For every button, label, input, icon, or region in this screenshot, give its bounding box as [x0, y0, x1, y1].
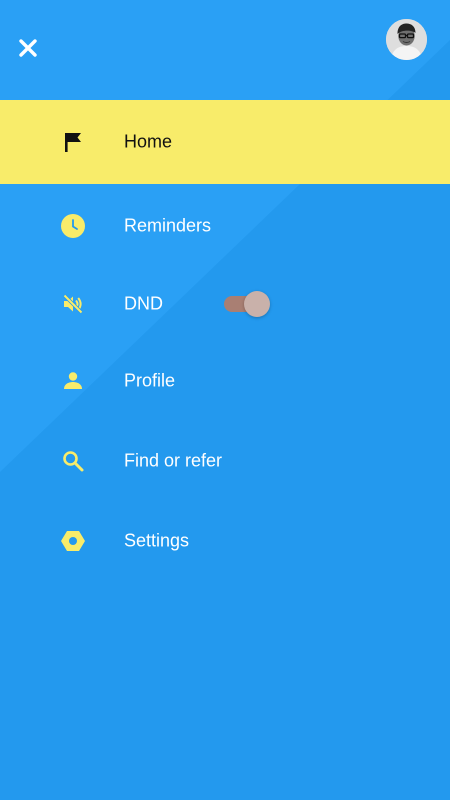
- settings-hex-icon: [59, 527, 87, 555]
- menu-item-find-or-refer[interactable]: Find or refer: [0, 419, 450, 503]
- dnd-toggle[interactable]: [222, 291, 270, 317]
- menu-item-home[interactable]: Home: [0, 100, 450, 184]
- close-icon: [19, 39, 37, 57]
- clock-icon: [59, 212, 87, 240]
- menu-item-label: Home: [124, 131, 173, 152]
- menu-item-label: Profile: [124, 370, 176, 391]
- menu-item-label: Reminders: [124, 215, 212, 236]
- navigation-drawer: Home Reminders DND Profile Find or refer…: [0, 0, 450, 800]
- person-icon: [59, 367, 87, 395]
- menu-item-profile[interactable]: Profile: [0, 339, 450, 423]
- menu-item-label: Find or refer: [124, 450, 223, 471]
- menu-item-reminders[interactable]: Reminders: [0, 184, 450, 268]
- toggle-thumb: [244, 291, 270, 317]
- menu-item-label: Settings: [124, 530, 190, 551]
- search-icon: [59, 447, 87, 475]
- flag-icon: [59, 128, 87, 156]
- close-button[interactable]: [14, 34, 42, 62]
- menu-item-label: DND: [124, 293, 163, 314]
- menu-item-settings[interactable]: Settings: [0, 499, 450, 583]
- avatar-image: [386, 19, 427, 60]
- volume-off-icon: [59, 290, 87, 318]
- user-avatar[interactable]: [386, 19, 427, 60]
- menu-item-dnd[interactable]: DND: [0, 262, 450, 346]
